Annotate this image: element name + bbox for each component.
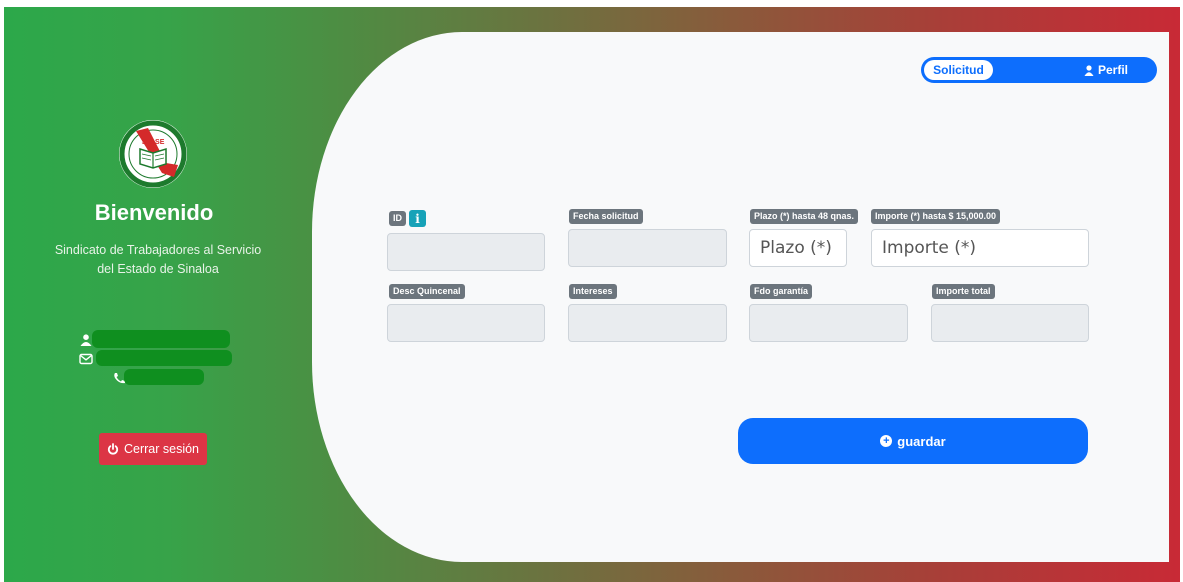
logo-text: STASE xyxy=(142,139,165,146)
user-icon xyxy=(80,334,92,346)
logout-button[interactable]: Cerrar sesión xyxy=(99,433,207,465)
id-label: ID xyxy=(389,211,406,226)
redacted-phone xyxy=(124,369,204,385)
importe-label: Importe (*) hasta $ 15,000.00 xyxy=(871,209,1001,224)
importe-total-label: Importe total xyxy=(932,284,995,299)
desc-quincenal-label: Desc Quincenal xyxy=(389,284,465,299)
organization-name: Sindicato de Trabajadores al Servicio de… xyxy=(54,243,262,276)
email-row xyxy=(79,353,93,365)
redacted-email xyxy=(96,350,232,366)
power-icon xyxy=(107,443,119,455)
welcome-title: Bienvenido xyxy=(94,200,214,225)
plazo-input[interactable] xyxy=(749,229,847,267)
fdo-garantia-field xyxy=(749,304,908,342)
tab-perfil-label: Perfil xyxy=(1097,63,1128,77)
logout-label: Cerrar sesión xyxy=(123,442,200,456)
id-field xyxy=(387,233,545,271)
user-name-row xyxy=(79,334,93,346)
stase-logo: STASE xyxy=(119,120,187,188)
importe-input[interactable] xyxy=(871,229,1089,267)
plus-circle-icon: + xyxy=(880,435,893,447)
intereses-field xyxy=(568,304,727,342)
desc-quincenal-field xyxy=(387,304,545,342)
save-button[interactable]: + guardar xyxy=(738,418,1088,464)
sidebar: STASE Bienvenido Sindicato de Trabajador… xyxy=(4,7,314,582)
tab-perfil[interactable]: Perfil xyxy=(1071,60,1141,80)
tab-solicitud-label: Solicitud xyxy=(933,63,984,77)
save-label: guardar xyxy=(897,433,946,449)
plazo-label: Plazo (*) hasta 48 qnas. xyxy=(750,209,859,224)
fecha-solicitud-label: Fecha solicitud xyxy=(569,209,643,224)
app-frame: STASE Bienvenido Sindicato de Trabajador… xyxy=(4,7,1180,582)
importe-total-field xyxy=(931,304,1089,342)
info-icon: i xyxy=(415,211,420,226)
fecha-solicitud-field xyxy=(568,229,727,267)
user-icon xyxy=(1084,64,1094,76)
info-button[interactable]: i xyxy=(409,210,426,227)
redacted-user-name xyxy=(92,330,230,348)
intereses-label: Intereses xyxy=(569,284,617,299)
main-panel: Solicitud Perfil ID i Fecha solicitud Pl… xyxy=(312,32,1169,562)
view-toggle: Solicitud Perfil xyxy=(921,57,1157,83)
tab-solicitud[interactable]: Solicitud xyxy=(924,60,993,80)
fdo-garantia-label: Fdo garantía xyxy=(750,284,813,299)
envelope-icon xyxy=(79,353,93,365)
